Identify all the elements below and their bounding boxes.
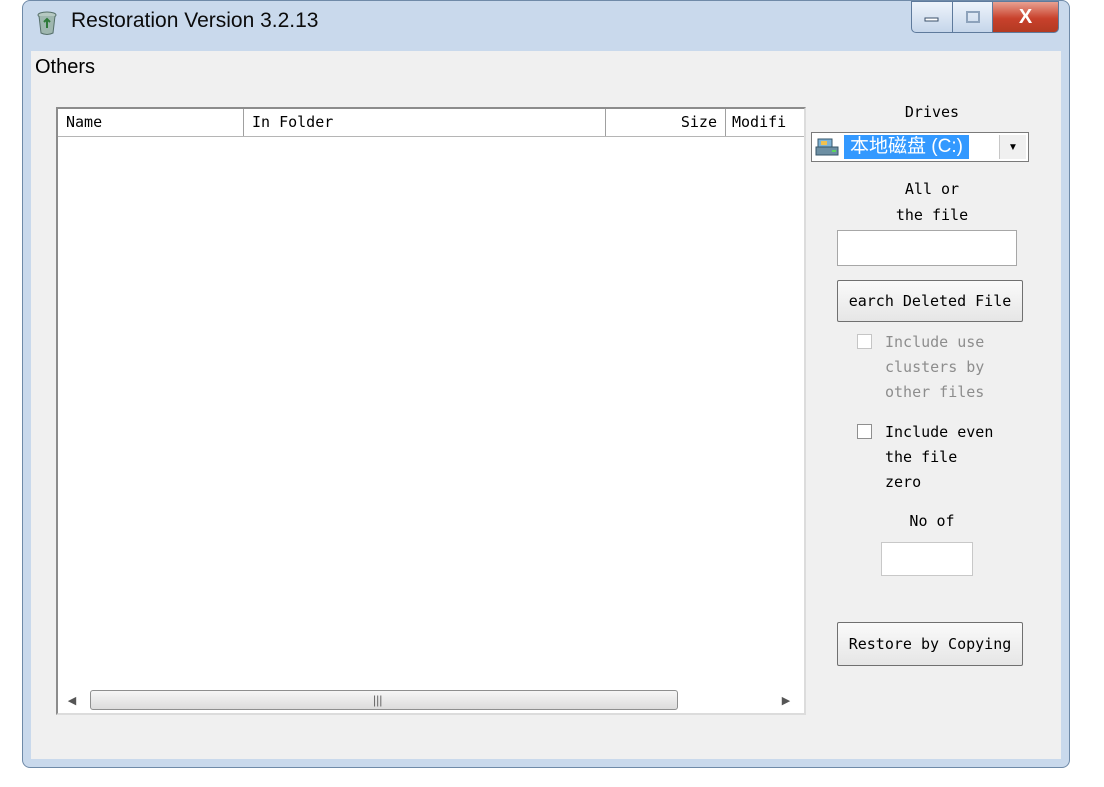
- column-header-folder[interactable]: In Folder: [244, 109, 606, 136]
- include-used-clusters-label: Include use clusters by other files: [885, 333, 985, 401]
- menu-others[interactable]: Others: [35, 56, 95, 79]
- count-field: [881, 542, 973, 576]
- close-icon: X: [1018, 5, 1033, 28]
- maximize-icon: [965, 11, 980, 23]
- scroll-right-icon[interactable]: ▶: [776, 690, 796, 710]
- menu-bar: Others: [31, 51, 1061, 84]
- chevron-down-icon[interactable]: ▼: [999, 135, 1026, 159]
- drive-select[interactable]: 本地磁盘 (C:) ▼: [811, 132, 1029, 162]
- minimize-button[interactable]: [911, 1, 953, 33]
- include-zero-checkbox[interactable]: [857, 424, 872, 439]
- scroll-grip-icon: |||: [373, 693, 383, 707]
- drives-label: Drives: [904, 103, 960, 121]
- drive-select-value: 本地磁盘 (C:): [844, 135, 969, 159]
- list-header: Name In Folder Size Modifi: [58, 109, 804, 137]
- column-header-modified[interactable]: Modifi: [726, 109, 806, 136]
- scroll-left-icon[interactable]: ◀: [62, 690, 82, 710]
- filename-input[interactable]: [837, 230, 1017, 266]
- app-window: Restoration Version 3.2.13 X Others Name…: [22, 0, 1070, 768]
- maximize-button[interactable]: [953, 1, 993, 33]
- column-header-size[interactable]: Size: [606, 109, 726, 136]
- window-title: Restoration Version 3.2.13: [71, 9, 319, 32]
- minimize-icon: [924, 17, 939, 22]
- client-area: Name In Folder Size Modifi ◀ ||| ▶ Drive…: [31, 84, 1061, 759]
- file-list[interactable]: Name In Folder Size Modifi ◀ ||| ▶: [56, 107, 806, 715]
- restore-by-copying-button[interactable]: Restore by Copying: [837, 622, 1023, 666]
- drive-icon: [815, 138, 839, 156]
- recycle-bin-icon: [37, 11, 57, 35]
- filename-label-line2: the file: [895, 206, 969, 224]
- horizontal-scrollbar[interactable]: ◀ ||| ▶: [58, 687, 804, 713]
- scrollbar-thumb[interactable]: |||: [90, 690, 678, 710]
- count-label: No of: [909, 512, 955, 530]
- window-controls: X: [911, 1, 1059, 37]
- search-button-label: earch Deleted File: [848, 292, 1012, 310]
- include-zero-label: Include even the file zero: [885, 423, 994, 491]
- include-used-clusters-checkbox[interactable]: [857, 334, 872, 349]
- filename-label-line1: All or: [904, 180, 960, 198]
- search-deleted-files-button[interactable]: earch Deleted File: [837, 280, 1023, 322]
- restore-button-label: Restore by Copying: [848, 635, 1012, 653]
- title-bar: Restoration Version 3.2.13 X: [23, 1, 1069, 47]
- close-button[interactable]: X: [993, 1, 1059, 33]
- column-header-name[interactable]: Name: [58, 109, 244, 136]
